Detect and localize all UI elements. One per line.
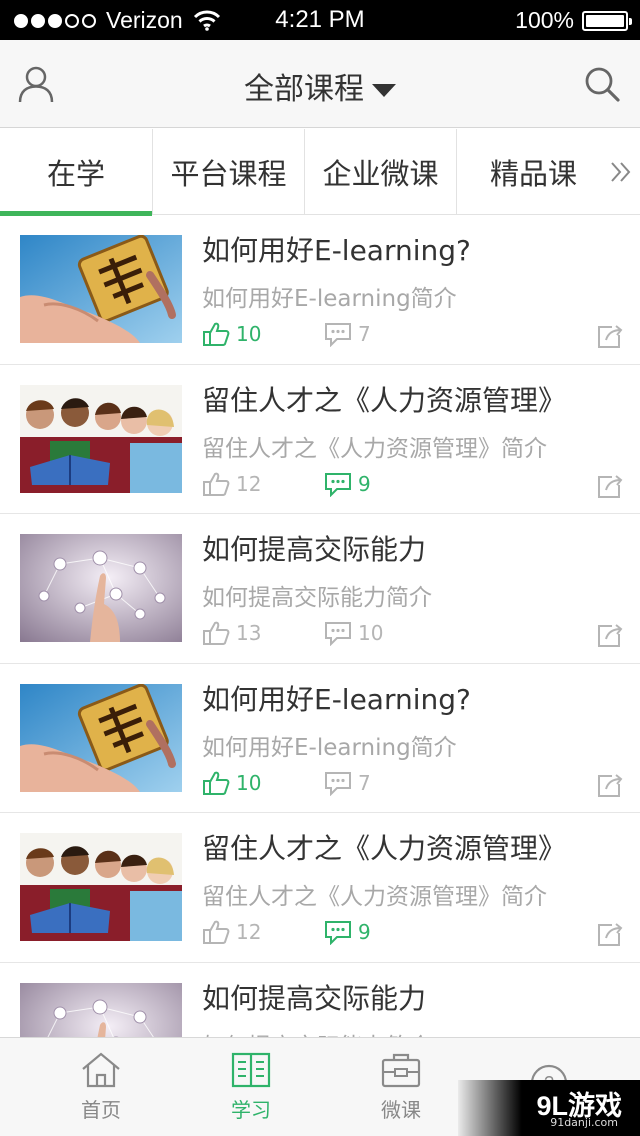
comment-icon[interactable] bbox=[324, 471, 352, 497]
comment-button[interactable]: 7 bbox=[324, 770, 371, 796]
course-title[interactable]: 留住人才之《人力资源管理》 bbox=[202, 827, 566, 867]
briefcase-icon bbox=[381, 1053, 421, 1088]
course-title[interactable]: 如何用好E-learning? bbox=[202, 229, 471, 269]
share-icon[interactable] bbox=[596, 473, 624, 499]
course-description: 如何提高交际能力简介 bbox=[202, 585, 432, 611]
like-button[interactable]: 10 bbox=[202, 321, 261, 347]
course-description: 如何提高交际能力简介 bbox=[202, 1027, 432, 1038]
comment-icon[interactable] bbox=[324, 770, 352, 796]
like-button[interactable]: 13 bbox=[202, 620, 261, 646]
thumbs-up-icon[interactable] bbox=[202, 919, 230, 945]
course-title[interactable]: 留住人才之《人力资源管理》 bbox=[202, 379, 566, 419]
course-description: 留住人才之《人力资源管理》简介 bbox=[202, 884, 547, 910]
status-bar: Verizon 4:21 PM 100% bbox=[0, 0, 640, 40]
double-chevron-right-icon bbox=[611, 162, 631, 182]
like-count: 10 bbox=[236, 770, 262, 795]
like-button[interactable]: 12 bbox=[202, 471, 261, 497]
like-count: 12 bbox=[236, 471, 262, 496]
thumbs-up-icon[interactable] bbox=[202, 770, 230, 796]
thumbs-up-icon[interactable] bbox=[202, 321, 230, 347]
like-count: 10 bbox=[236, 322, 262, 346]
course-list-item[interactable]: 如何用好E-learning? 如何用好E-learning简介 10 7 bbox=[0, 664, 640, 813]
thumbs-up-icon[interactable] bbox=[202, 620, 230, 646]
comment-count: 7 bbox=[358, 322, 371, 346]
comment-button[interactable]: 7 bbox=[324, 321, 371, 347]
dropdown-caret-icon bbox=[372, 84, 396, 97]
share-icon[interactable] bbox=[596, 921, 624, 947]
course-description: 如何用好E-learning简介 bbox=[202, 286, 457, 312]
site-watermark: 9L游戏 91danji.com bbox=[458, 1080, 640, 1136]
course-stats: 12 9 bbox=[202, 471, 624, 501]
course-list: 如何用好E-learning? 如何用好E-learning简介 10 7 留住人才之《… bbox=[0, 215, 640, 1037]
course-stats: 13 10 bbox=[202, 620, 624, 650]
course-list-item[interactable]: 留住人才之《人力资源管理》留住人才之《人力资源管理》简介 12 9 bbox=[0, 813, 640, 963]
course-stats: 12 9 bbox=[202, 919, 624, 949]
course-list-item[interactable]: 如何提高交际能力如何提高交际能力简介 13 10 bbox=[0, 514, 640, 664]
nav-home[interactable]: 首页 bbox=[26, 1038, 176, 1136]
comment-count: 9 bbox=[358, 920, 371, 944]
course-list-item[interactable]: 如何用好E-learning? 如何用好E-learning简介 10 7 bbox=[0, 215, 640, 365]
course-thumbnail[interactable] bbox=[20, 235, 182, 343]
tab-studying[interactable]: 在学 bbox=[0, 129, 153, 216]
like-count: 13 bbox=[236, 621, 262, 645]
course-title[interactable]: 如何用好E-learning? bbox=[202, 678, 471, 718]
comment-count: 9 bbox=[358, 471, 371, 496]
battery-status: 100% bbox=[515, 7, 632, 34]
app-header: 全部课程 bbox=[0, 40, 640, 128]
share-icon[interactable] bbox=[596, 772, 624, 798]
course-thumbnail[interactable] bbox=[20, 534, 182, 642]
course-thumbnail[interactable] bbox=[20, 384, 182, 493]
comment-button[interactable]: 9 bbox=[324, 919, 371, 945]
course-thumbnail[interactable] bbox=[20, 982, 182, 1037]
like-button[interactable]: 10 bbox=[202, 770, 261, 796]
course-filter-dropdown[interactable]: 全部课程 bbox=[0, 64, 640, 108]
comment-button[interactable]: 9 bbox=[324, 471, 371, 497]
nav-study-label: 学习 bbox=[231, 1098, 271, 1122]
nav-study[interactable]: 学习 bbox=[176, 1038, 326, 1136]
category-tabs: 在学 平台课程 企业微课 精品课 bbox=[0, 129, 640, 216]
course-stats: 10 7 bbox=[202, 770, 624, 800]
comment-button[interactable]: 10 bbox=[324, 620, 383, 646]
book-icon bbox=[231, 1052, 271, 1088]
comment-icon[interactable] bbox=[324, 620, 352, 646]
more-tabs-button[interactable] bbox=[610, 129, 640, 215]
page-title: 全部课程 bbox=[244, 72, 364, 107]
course-title[interactable]: 如何提高交际能力 bbox=[202, 977, 426, 1017]
nav-home-label: 首页 bbox=[81, 1098, 121, 1122]
nav-micro-course[interactable]: 微课 bbox=[326, 1038, 476, 1136]
share-icon[interactable] bbox=[596, 323, 624, 349]
tab-enterprise-micro-courses[interactable]: 企业微课 bbox=[305, 129, 457, 215]
home-icon bbox=[82, 1052, 120, 1088]
tab-premium-courses[interactable]: 精品课 bbox=[457, 129, 610, 215]
watermark-url: 91danji.com bbox=[550, 1116, 618, 1129]
comment-count: 10 bbox=[358, 621, 384, 645]
comment-icon[interactable] bbox=[324, 321, 352, 347]
nav-micro-course-label: 微课 bbox=[381, 1098, 421, 1122]
course-list-item[interactable]: 如何提高交际能力如何提高交际能力简介 bbox=[0, 963, 640, 1038]
share-icon[interactable] bbox=[596, 622, 624, 648]
comment-icon[interactable] bbox=[324, 919, 352, 945]
thumbs-up-icon[interactable] bbox=[202, 471, 230, 497]
like-count: 12 bbox=[236, 920, 262, 944]
comment-count: 7 bbox=[358, 770, 371, 795]
course-description: 留住人才之《人力资源管理》简介 bbox=[202, 435, 547, 462]
tab-platform-courses[interactable]: 平台课程 bbox=[153, 129, 305, 215]
like-button[interactable]: 12 bbox=[202, 919, 261, 945]
course-thumbnail[interactable] bbox=[20, 683, 182, 792]
battery-icon bbox=[582, 10, 632, 31]
course-thumbnail[interactable] bbox=[20, 833, 182, 941]
course-title[interactable]: 如何提高交际能力 bbox=[202, 528, 426, 568]
course-list-item[interactable]: 留住人才之《人力资源管理》留住人才之《人力资源管理》简介 12 9 bbox=[0, 365, 640, 514]
search-icon[interactable] bbox=[582, 64, 622, 104]
battery-percent: 100% bbox=[515, 7, 574, 33]
course-stats: 10 7 bbox=[202, 321, 624, 351]
course-description: 如何用好E-learning简介 bbox=[202, 734, 457, 761]
